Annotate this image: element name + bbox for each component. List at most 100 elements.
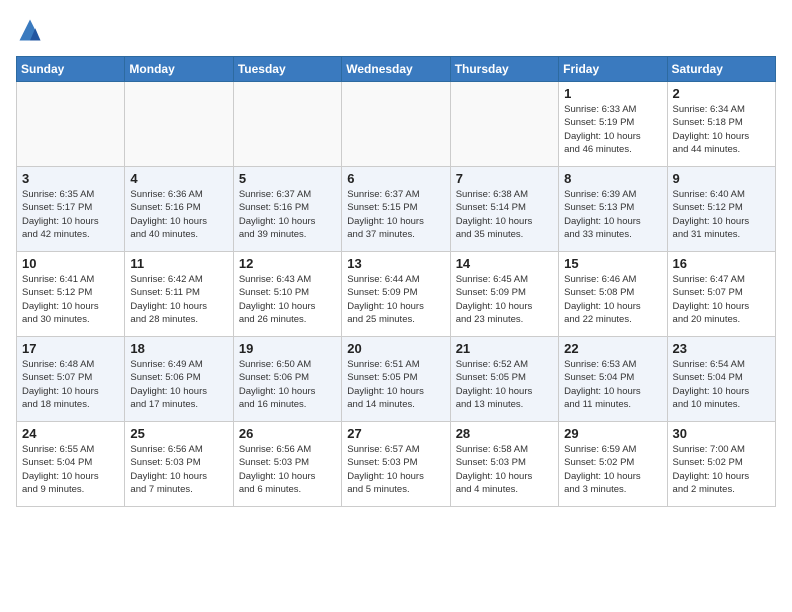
day-number: 23 (673, 341, 770, 356)
calendar-cell: 14 Sunrise: 6:45 AM Sunset: 5:09 PM Dayli… (450, 252, 558, 337)
day-info: Sunrise: 6:52 AM Sunset: 5:05 PM Dayligh… (456, 358, 553, 411)
calendar-cell: 11 Sunrise: 6:42 AM Sunset: 5:11 PM Dayli… (125, 252, 233, 337)
day-number: 4 (130, 171, 227, 186)
calendar-cell: 29 Sunrise: 6:59 AM Sunset: 5:02 PM Dayli… (559, 422, 667, 507)
calendar-cell: 18 Sunrise: 6:49 AM Sunset: 5:06 PM Dayli… (125, 337, 233, 422)
calendar-cell: 24 Sunrise: 6:55 AM Sunset: 5:04 PM Dayli… (17, 422, 125, 507)
calendar-cell (450, 82, 558, 167)
day-number: 20 (347, 341, 444, 356)
calendar-week-row: 1 Sunrise: 6:33 AM Sunset: 5:19 PM Daylig… (17, 82, 776, 167)
column-header-friday: Friday (559, 57, 667, 82)
day-number: 12 (239, 256, 336, 271)
column-header-thursday: Thursday (450, 57, 558, 82)
day-info: Sunrise: 6:59 AM Sunset: 5:02 PM Dayligh… (564, 443, 661, 496)
day-number: 16 (673, 256, 770, 271)
calendar-table: SundayMondayTuesdayWednesdayThursdayFrid… (16, 56, 776, 507)
calendar-cell: 23Sunrise: 6:54 AM Sunset: 5:04 PM Dayli… (667, 337, 775, 422)
day-number: 18 (130, 341, 227, 356)
calendar-cell: 9Sunrise: 6:40 AM Sunset: 5:12 PM Daylig… (667, 167, 775, 252)
calendar-cell: 4 Sunrise: 6:36 AM Sunset: 5:16 PM Daylig… (125, 167, 233, 252)
day-info: Sunrise: 6:57 AM Sunset: 5:03 PM Dayligh… (347, 443, 444, 496)
day-number: 8 (564, 171, 661, 186)
calendar-week-row: 17 Sunrise: 6:48 AM Sunset: 5:07 PM Dayli… (17, 337, 776, 422)
calendar-cell: 12 Sunrise: 6:43 AM Sunset: 5:10 PM Dayli… (233, 252, 341, 337)
calendar-cell: 17 Sunrise: 6:48 AM Sunset: 5:07 PM Dayli… (17, 337, 125, 422)
day-info: Sunrise: 6:43 AM Sunset: 5:10 PM Dayligh… (239, 273, 336, 326)
day-number: 17 (22, 341, 119, 356)
day-number: 24 (22, 426, 119, 441)
day-info: Sunrise: 6:38 AM Sunset: 5:14 PM Dayligh… (456, 188, 553, 241)
calendar-cell (233, 82, 341, 167)
calendar-cell: 22 Sunrise: 6:53 AM Sunset: 5:04 PM Dayli… (559, 337, 667, 422)
day-info: Sunrise: 6:48 AM Sunset: 5:07 PM Dayligh… (22, 358, 119, 411)
calendar-cell: 28Sunrise: 6:58 AM Sunset: 5:03 PM Dayli… (450, 422, 558, 507)
day-info: Sunrise: 6:42 AM Sunset: 5:11 PM Dayligh… (130, 273, 227, 326)
day-number: 2 (673, 86, 770, 101)
day-info: Sunrise: 6:36 AM Sunset: 5:16 PM Dayligh… (130, 188, 227, 241)
day-number: 21 (456, 341, 553, 356)
day-info: Sunrise: 6:49 AM Sunset: 5:06 PM Dayligh… (130, 358, 227, 411)
day-info: Sunrise: 6:37 AM Sunset: 5:15 PM Dayligh… (347, 188, 444, 241)
calendar-header-row: SundayMondayTuesdayWednesdayThursdayFrid… (17, 57, 776, 82)
day-number: 1 (564, 86, 661, 101)
calendar-week-row: 10 Sunrise: 6:41 AM Sunset: 5:12 PM Dayli… (17, 252, 776, 337)
logo-icon (16, 16, 44, 44)
day-number: 30 (673, 426, 770, 441)
calendar-week-row: 24 Sunrise: 6:55 AM Sunset: 5:04 PM Dayli… (17, 422, 776, 507)
calendar-cell: 26 Sunrise: 6:56 AM Sunset: 5:03 PM Dayli… (233, 422, 341, 507)
day-info: Sunrise: 6:55 AM Sunset: 5:04 PM Dayligh… (22, 443, 119, 496)
calendar-cell: 13 Sunrise: 6:44 AM Sunset: 5:09 PM Dayli… (342, 252, 450, 337)
calendar-cell: 3 Sunrise: 6:35 AM Sunset: 5:17 PM Daylig… (17, 167, 125, 252)
calendar-cell: 15Sunrise: 6:46 AM Sunset: 5:08 PM Dayli… (559, 252, 667, 337)
calendar-cell: 7 Sunrise: 6:38 AM Sunset: 5:14 PM Daylig… (450, 167, 558, 252)
day-info: Sunrise: 6:39 AM Sunset: 5:13 PM Dayligh… (564, 188, 661, 241)
calendar-week-row: 3 Sunrise: 6:35 AM Sunset: 5:17 PM Daylig… (17, 167, 776, 252)
day-number: 10 (22, 256, 119, 271)
day-number: 26 (239, 426, 336, 441)
day-info: Sunrise: 6:51 AM Sunset: 5:05 PM Dayligh… (347, 358, 444, 411)
day-info: Sunrise: 6:45 AM Sunset: 5:09 PM Dayligh… (456, 273, 553, 326)
column-header-monday: Monday (125, 57, 233, 82)
day-number: 22 (564, 341, 661, 356)
calendar-cell (342, 82, 450, 167)
day-number: 27 (347, 426, 444, 441)
day-number: 6 (347, 171, 444, 186)
calendar-cell: 6 Sunrise: 6:37 AM Sunset: 5:15 PM Daylig… (342, 167, 450, 252)
day-info: Sunrise: 6:44 AM Sunset: 5:09 PM Dayligh… (347, 273, 444, 326)
calendar-cell: 30 Sunrise: 7:00 AM Sunset: 5:02 PM Dayli… (667, 422, 775, 507)
day-info: Sunrise: 6:47 AM Sunset: 5:07 PM Dayligh… (673, 273, 770, 326)
day-info: Sunrise: 6:58 AM Sunset: 5:03 PM Dayligh… (456, 443, 553, 496)
calendar-cell (125, 82, 233, 167)
day-number: 15 (564, 256, 661, 271)
day-number: 29 (564, 426, 661, 441)
day-info: Sunrise: 7:00 AM Sunset: 5:02 PM Dayligh… (673, 443, 770, 496)
day-info: Sunrise: 6:53 AM Sunset: 5:04 PM Dayligh… (564, 358, 661, 411)
day-number: 13 (347, 256, 444, 271)
calendar-cell: 8 Sunrise: 6:39 AM Sunset: 5:13 PM Daylig… (559, 167, 667, 252)
calendar-cell: 19 Sunrise: 6:50 AM Sunset: 5:06 PM Dayli… (233, 337, 341, 422)
column-header-tuesday: Tuesday (233, 57, 341, 82)
calendar-cell: 5 Sunrise: 6:37 AM Sunset: 5:16 PM Daylig… (233, 167, 341, 252)
day-info: Sunrise: 6:41 AM Sunset: 5:12 PM Dayligh… (22, 273, 119, 326)
calendar-cell: 20 Sunrise: 6:51 AM Sunset: 5:05 PM Dayli… (342, 337, 450, 422)
day-number: 19 (239, 341, 336, 356)
day-number: 9 (673, 171, 770, 186)
day-number: 25 (130, 426, 227, 441)
day-info: Sunrise: 6:37 AM Sunset: 5:16 PM Dayligh… (239, 188, 336, 241)
day-number: 3 (22, 171, 119, 186)
calendar-cell: 27 Sunrise: 6:57 AM Sunset: 5:03 PM Dayli… (342, 422, 450, 507)
calendar-cell: 2 Sunrise: 6:34 AM Sunset: 5:18 PM Daylig… (667, 82, 775, 167)
day-number: 5 (239, 171, 336, 186)
day-info: Sunrise: 6:33 AM Sunset: 5:19 PM Dayligh… (564, 103, 661, 156)
day-number: 14 (456, 256, 553, 271)
calendar-cell: 25Sunrise: 6:56 AM Sunset: 5:03 PM Dayli… (125, 422, 233, 507)
column-header-sunday: Sunday (17, 57, 125, 82)
day-info: Sunrise: 6:56 AM Sunset: 5:03 PM Dayligh… (239, 443, 336, 496)
day-info: Sunrise: 6:34 AM Sunset: 5:18 PM Dayligh… (673, 103, 770, 156)
column-header-wednesday: Wednesday (342, 57, 450, 82)
day-info: Sunrise: 6:50 AM Sunset: 5:06 PM Dayligh… (239, 358, 336, 411)
day-info: Sunrise: 6:35 AM Sunset: 5:17 PM Dayligh… (22, 188, 119, 241)
day-number: 11 (130, 256, 227, 271)
logo (16, 16, 48, 44)
day-number: 7 (456, 171, 553, 186)
